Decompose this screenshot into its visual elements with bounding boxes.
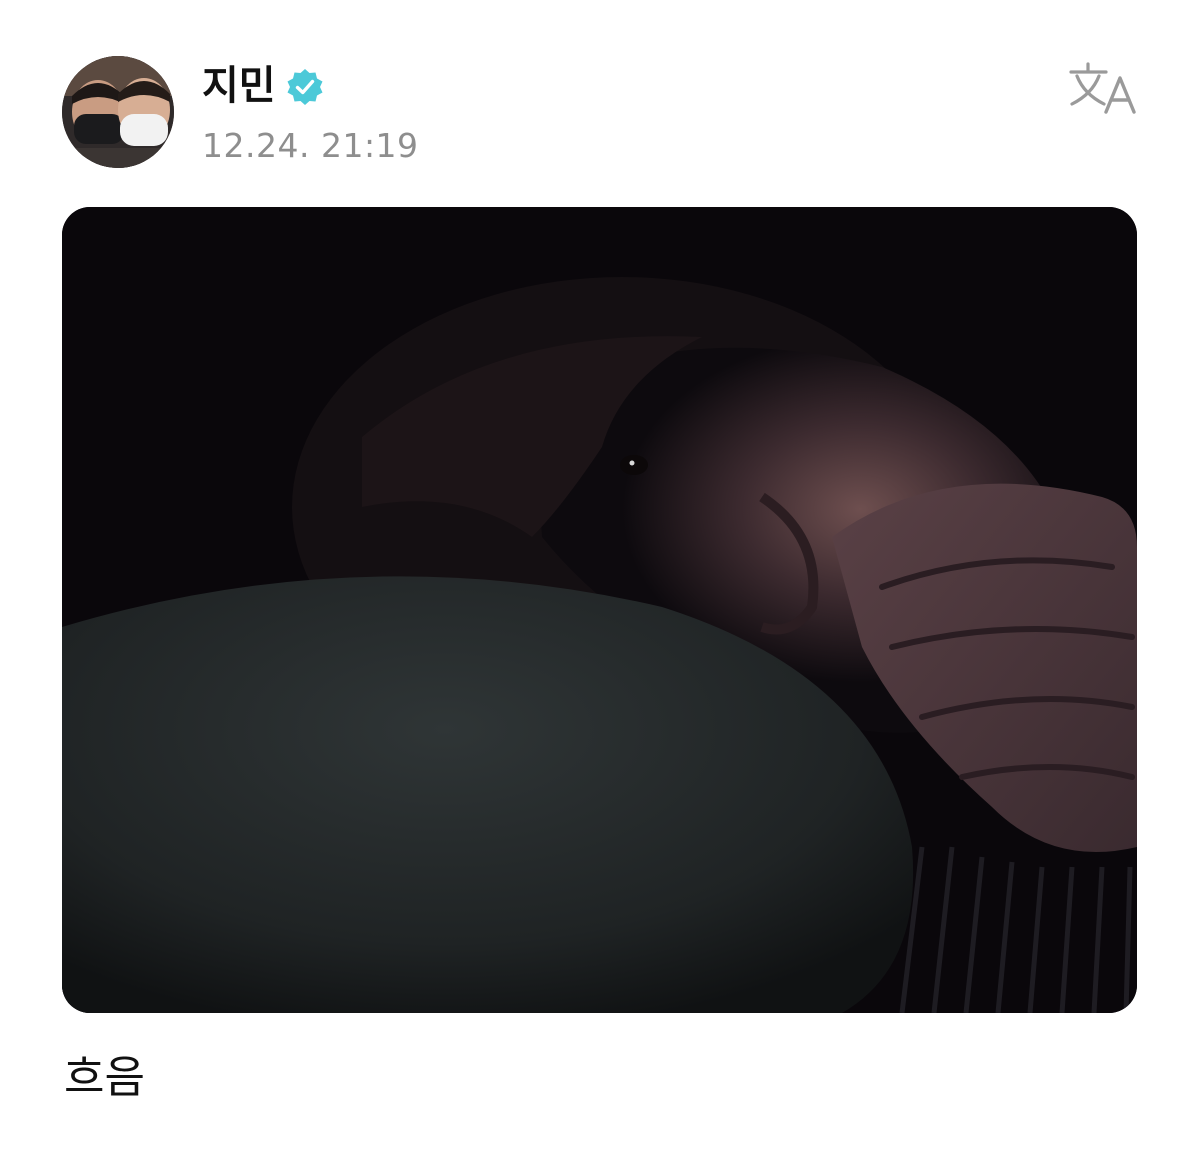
avatar[interactable] xyxy=(62,56,174,168)
post-caption: 흐음 xyxy=(64,1052,145,1103)
avatar-photo xyxy=(62,56,174,168)
dark-selfie-photo xyxy=(62,207,1137,1013)
translate-icon xyxy=(1069,62,1136,114)
translate-button[interactable] xyxy=(1066,60,1142,120)
post-header: 지민 12.24. 21:19 xyxy=(0,0,1200,190)
author-name[interactable]: 지민 xyxy=(202,62,276,110)
verified-badge-icon xyxy=(286,68,324,106)
post-timestamp: 12.24. 21:19 xyxy=(202,126,419,165)
post-photo[interactable] xyxy=(62,207,1137,1013)
